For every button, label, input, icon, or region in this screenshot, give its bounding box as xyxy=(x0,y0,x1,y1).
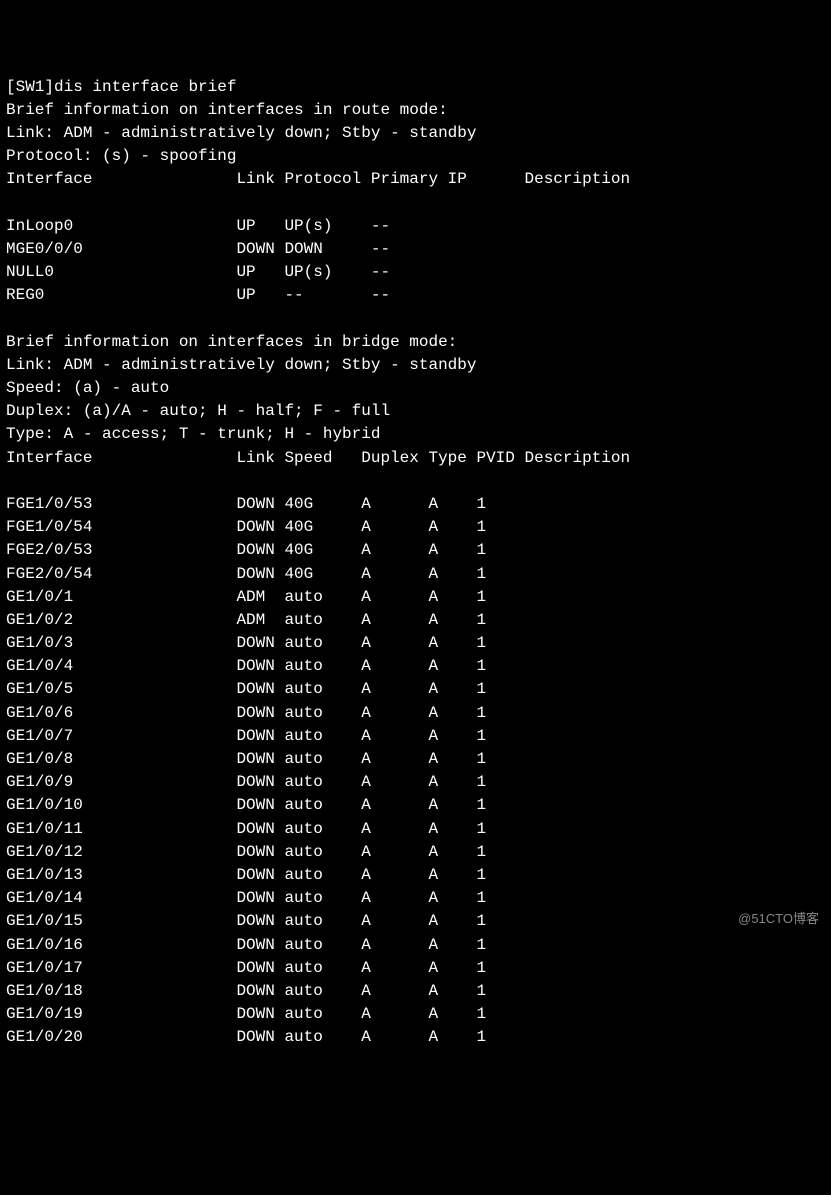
bridge-row-19: GE1/0/16 DOWN auto A A 1 xyxy=(6,936,524,954)
bridge-row-8: GE1/0/5 DOWN auto A A 1 xyxy=(6,680,524,698)
bridge-row-3: FGE2/0/54 DOWN 40G A A 1 xyxy=(6,565,524,583)
route-row-2: NULL0 UP UP(s) -- xyxy=(6,263,524,281)
bridge-row-20: GE1/0/17 DOWN auto A A 1 xyxy=(6,959,524,977)
bridge-row-11: GE1/0/8 DOWN auto A A 1 xyxy=(6,750,524,768)
terminal-output[interactable]: [SW1]dis interface brief Brief informati… xyxy=(6,76,825,1050)
command-input[interactable]: dis interface brief xyxy=(54,78,236,96)
bridge-legend-duplex: Duplex: (a)/A - auto; H - half; F - full xyxy=(6,402,390,420)
bridge-header-row: Interface Link Speed Duplex Type PVID De… xyxy=(6,449,630,467)
bridge-row-23: GE1/0/20 DOWN auto A A 1 xyxy=(6,1028,524,1046)
bridge-row-12: GE1/0/9 DOWN auto A A 1 xyxy=(6,773,524,791)
bridge-row-18: GE1/0/15 DOWN auto A A 1 xyxy=(6,912,524,930)
bridge-row-10: GE1/0/7 DOWN auto A A 1 xyxy=(6,727,524,745)
route-legend-link: Link: ADM - administratively down; Stby … xyxy=(6,124,476,142)
bridge-row-5: GE1/0/2 ADM auto A A 1 xyxy=(6,611,524,629)
bridge-row-1: FGE1/0/54 DOWN 40G A A 1 xyxy=(6,518,524,536)
bridge-row-9: GE1/0/6 DOWN auto A A 1 xyxy=(6,704,524,722)
bridge-row-0: FGE1/0/53 DOWN 40G A A 1 xyxy=(6,495,524,513)
route-legend-protocol: Protocol: (s) - spoofing xyxy=(6,147,236,165)
bridge-row-15: GE1/0/12 DOWN auto A A 1 xyxy=(6,843,524,861)
bridge-row-22: GE1/0/19 DOWN auto A A 1 xyxy=(6,1005,524,1023)
watermark-text: @51CTO博客 xyxy=(738,910,819,929)
bridge-row-16: GE1/0/13 DOWN auto A A 1 xyxy=(6,866,524,884)
route-row-1: MGE0/0/0 DOWN DOWN -- xyxy=(6,240,524,258)
bridge-legend-link: Link: ADM - administratively down; Stby … xyxy=(6,356,476,374)
bridge-row-13: GE1/0/10 DOWN auto A A 1 xyxy=(6,796,524,814)
route-row-3: REG0 UP -- -- xyxy=(6,286,524,304)
prompt: [SW1] xyxy=(6,78,54,96)
bridge-heading: Brief information on interfaces in bridg… xyxy=(6,333,457,351)
bridge-row-2: FGE2/0/53 DOWN 40G A A 1 xyxy=(6,541,524,559)
bridge-row-4: GE1/0/1 ADM auto A A 1 xyxy=(6,588,524,606)
route-header-row: Interface Link Protocol Primary IP Descr… xyxy=(6,170,630,188)
route-heading: Brief information on interfaces in route… xyxy=(6,101,448,119)
bridge-row-17: GE1/0/14 DOWN auto A A 1 xyxy=(6,889,524,907)
bridge-legend-type: Type: A - access; T - trunk; H - hybrid xyxy=(6,425,380,443)
route-row-0: InLoop0 UP UP(s) -- xyxy=(6,217,524,235)
bridge-legend-speed: Speed: (a) - auto xyxy=(6,379,169,397)
bridge-row-7: GE1/0/4 DOWN auto A A 1 xyxy=(6,657,524,675)
bridge-row-14: GE1/0/11 DOWN auto A A 1 xyxy=(6,820,524,838)
bridge-row-21: GE1/0/18 DOWN auto A A 1 xyxy=(6,982,524,1000)
bridge-row-6: GE1/0/3 DOWN auto A A 1 xyxy=(6,634,524,652)
